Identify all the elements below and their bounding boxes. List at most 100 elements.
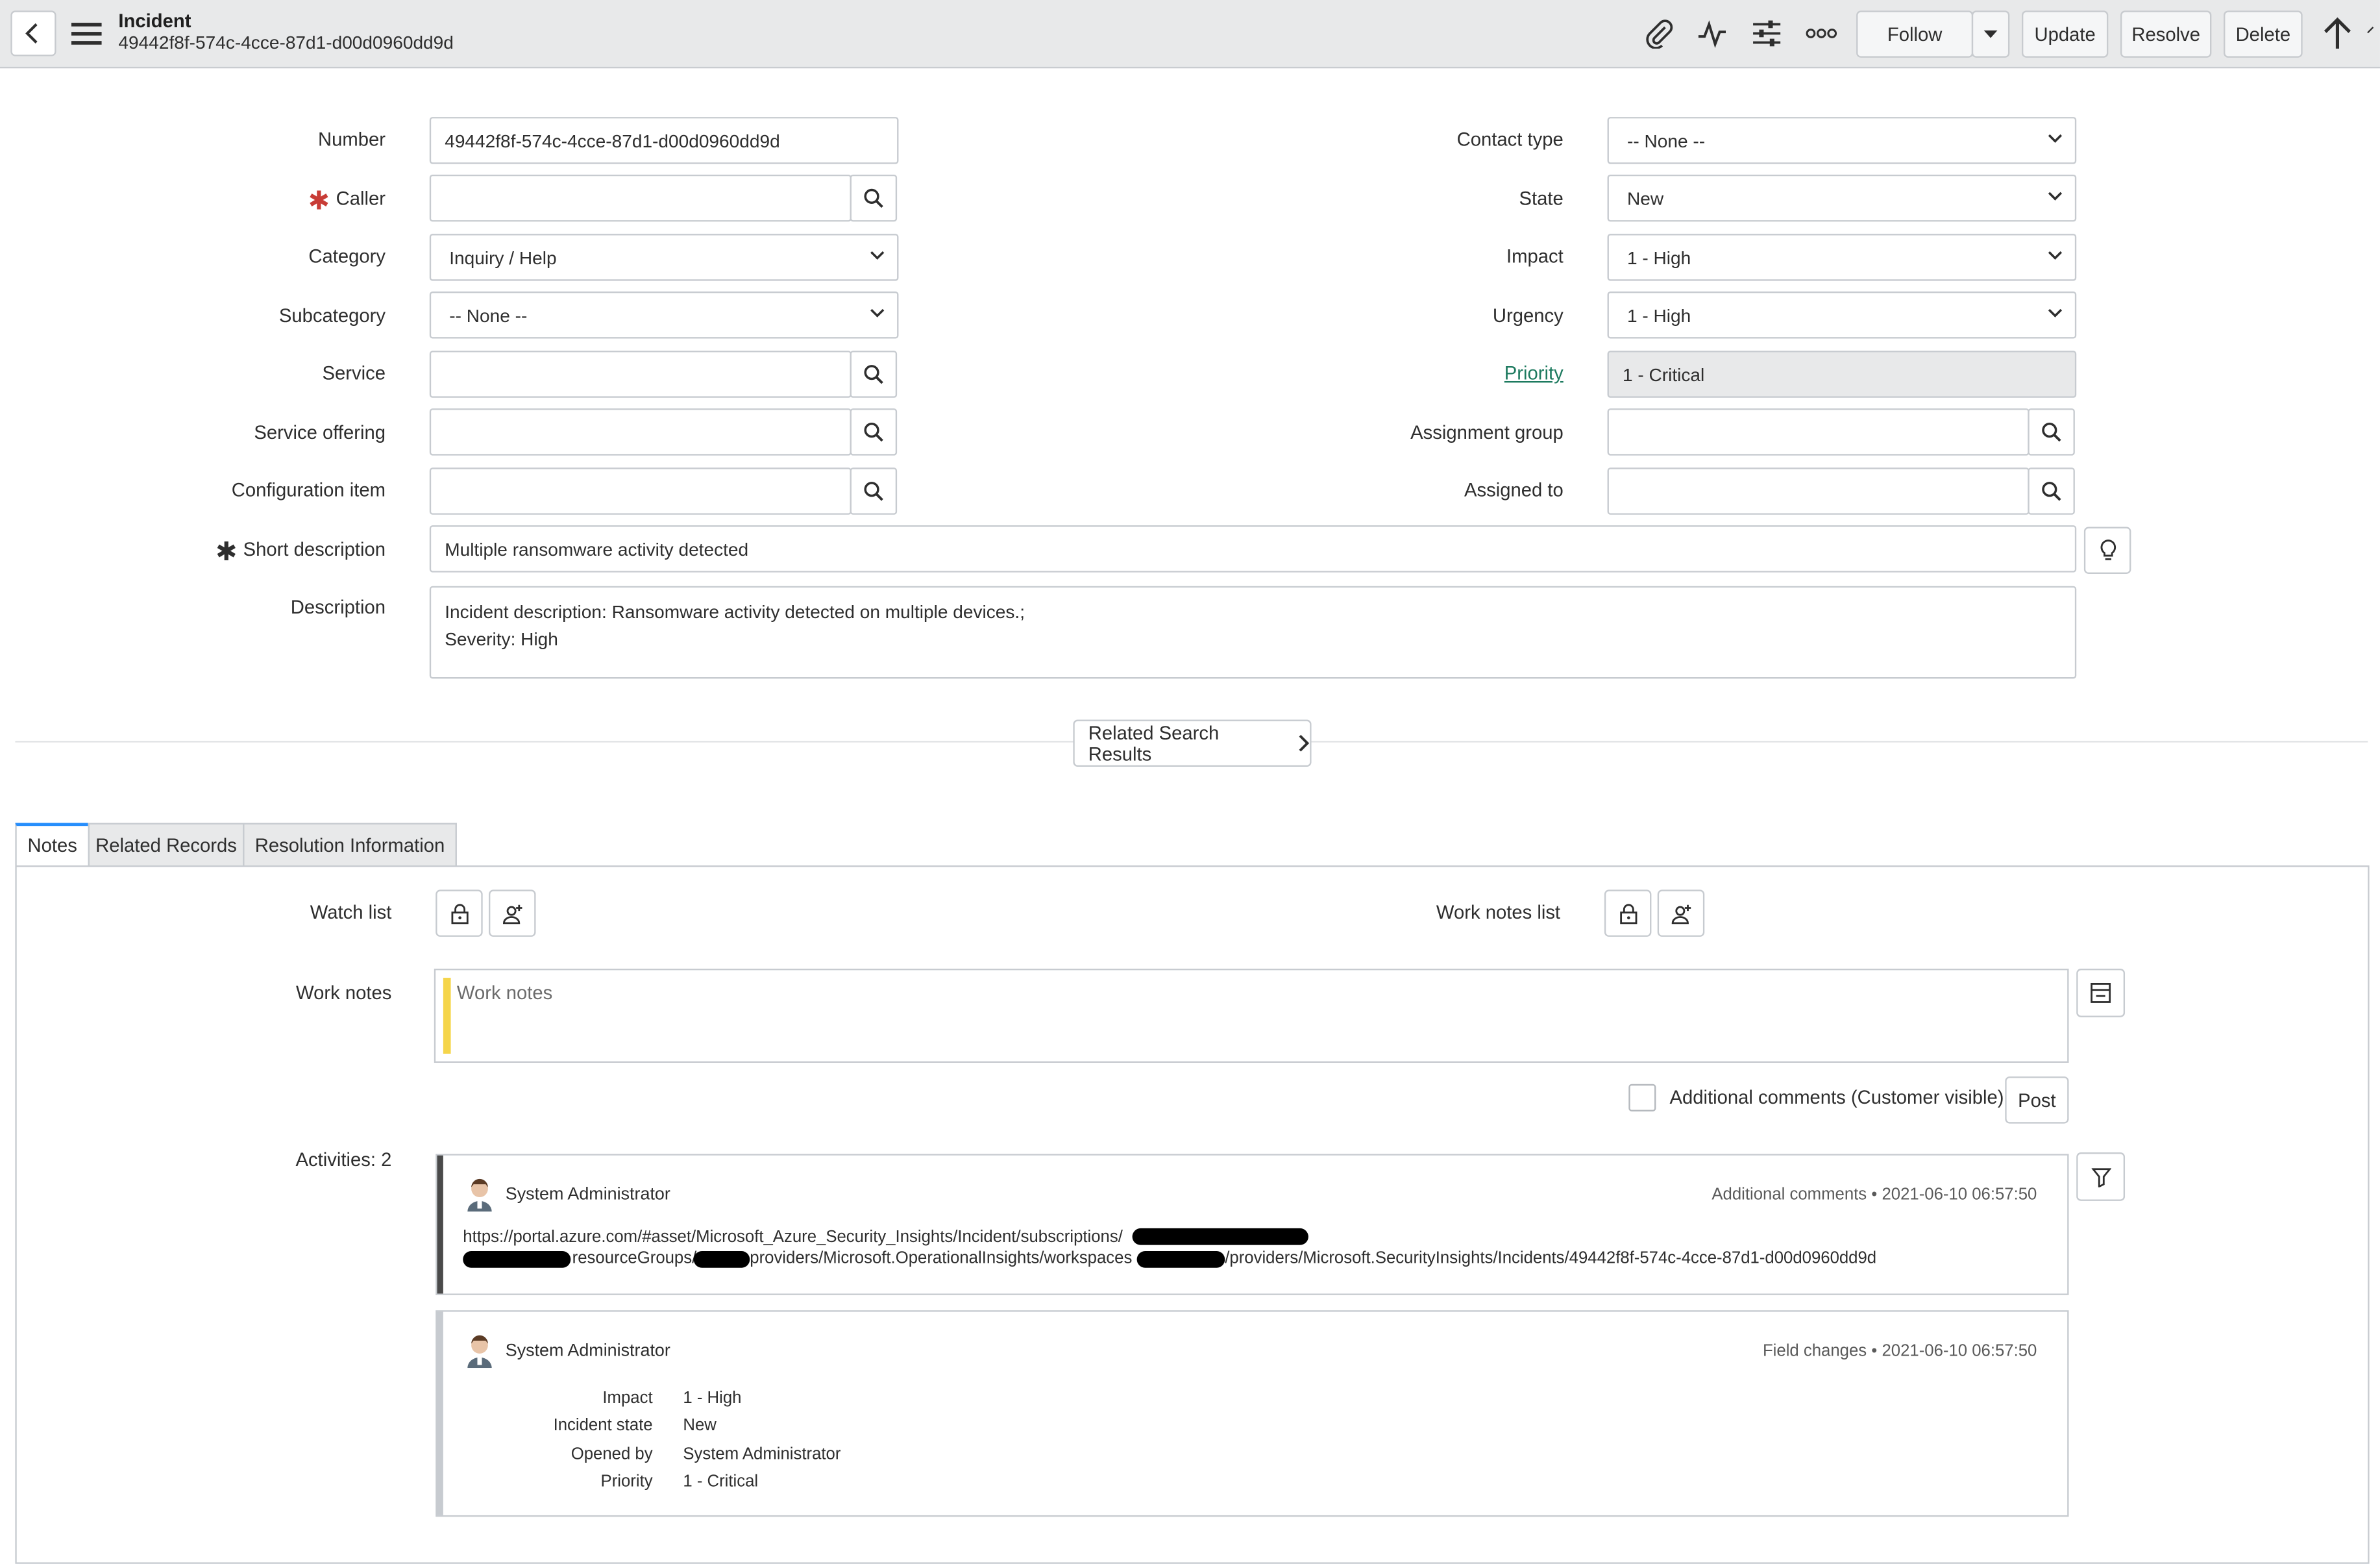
lightbulb-icon (2100, 540, 2115, 560)
back-button[interactable] (10, 10, 56, 56)
urgency-label: Urgency (1492, 305, 1564, 327)
chevron-down-icon (2048, 192, 2063, 201)
tab-related-records[interactable]: Related Records (88, 823, 245, 866)
separator-dot: • (1871, 1342, 1882, 1361)
watch-list-add-user-button[interactable] (489, 889, 536, 937)
redaction (693, 1251, 750, 1268)
field-change-value: 1 - Critical (683, 1472, 759, 1491)
post-label: Post (2018, 1089, 2056, 1111)
caller-lookup-button[interactable] (850, 174, 898, 222)
redaction (1136, 1251, 1225, 1268)
field-change-name: Priority (600, 1472, 653, 1491)
urgency-select[interactable]: 1 - High (1607, 292, 2077, 339)
priority-link[interactable]: Priority (1504, 363, 1564, 384)
priority-field: 1 - Critical (1607, 351, 2077, 398)
record-header: Incident 49442f8f-574c-4cce-87d1-d00d096… (0, 0, 2380, 69)
arrow-down-icon[interactable] (2366, 15, 2380, 51)
post-button[interactable]: Post (2005, 1076, 2069, 1124)
search-icon (864, 422, 883, 442)
caller-field[interactable] (429, 174, 852, 222)
url-part-resource: resourceGroups/ (572, 1249, 697, 1268)
follow-button[interactable]: Follow (1856, 10, 1974, 58)
service-offering-field[interactable] (429, 408, 852, 456)
related-search-label: Related Search Results (1088, 722, 1220, 765)
more-options-icon[interactable] (1803, 17, 1839, 50)
tab-notes[interactable]: Notes (15, 823, 90, 866)
assigned-to-lookup-button[interactable] (2028, 467, 2075, 515)
activity-pulse-icon[interactable] (1695, 17, 1728, 50)
separator-dot: • (1871, 1185, 1882, 1204)
work-notes-list-add-user-button[interactable] (1657, 889, 1705, 937)
activity-bar (437, 1155, 443, 1294)
filter-activity-button[interactable] (2076, 1152, 2126, 1201)
suggestion-button[interactable] (2083, 527, 2131, 574)
resolve-button[interactable]: Resolve (2120, 10, 2212, 58)
url-part-providers: providers/Microsoft.OperationalInsights/… (750, 1249, 1133, 1268)
number-field[interactable]: 49442f8f-574c-4cce-87d1-d00d0960dd9d (429, 117, 899, 164)
work-notes-list-lock-button[interactable] (1604, 889, 1652, 937)
activity-bar (437, 1311, 443, 1515)
redaction (1132, 1228, 1308, 1245)
compose-icon (2091, 983, 2111, 1003)
description-textarea[interactable]: Incident description: Ransomware activit… (429, 586, 2077, 679)
chevron-down-icon (870, 308, 885, 317)
search-icon (864, 482, 883, 501)
assignment-group-field[interactable] (1607, 408, 2030, 456)
activity-entry: System Administrator Additional comments… (436, 1154, 2069, 1295)
service-field[interactable] (429, 351, 852, 398)
activities-label: Activities: 2 (295, 1149, 392, 1171)
follow-dropdown-button[interactable] (1971, 10, 2010, 58)
service-offering-lookup-button[interactable] (850, 408, 898, 456)
tab-resolution-information[interactable]: Resolution Information (243, 823, 457, 866)
short-description-field[interactable]: Multiple ransomware activity detected (429, 525, 2077, 573)
activity-author: System Administrator (505, 1342, 670, 1361)
update-button[interactable]: Update (2022, 10, 2109, 58)
field-change-name: Opened by (570, 1445, 653, 1464)
category-select[interactable]: Inquiry / Help (429, 234, 899, 281)
work-notes-indicator-bar (443, 978, 451, 1054)
work-notes-placeholder: Work notes (456, 982, 553, 1004)
work-notes-textarea[interactable]: Work notes (434, 969, 2069, 1063)
assignment-group-lookup-button[interactable] (2028, 408, 2075, 456)
arrow-up-icon[interactable] (2319, 15, 2355, 51)
field-change-name: Incident state (553, 1416, 653, 1435)
tab-resolution-information-label: Resolution Information (254, 834, 445, 856)
subcategory-select[interactable]: -- None -- (429, 292, 899, 339)
impact-select[interactable]: 1 - High (1607, 234, 2077, 281)
url-part-base: https://portal.azure.com/#asset/Microsof… (463, 1228, 1123, 1247)
activity-type: Additional comments (1711, 1185, 1867, 1204)
activity-url-line-1[interactable]: https://portal.azure.com/#asset/Microsof… (463, 1228, 1123, 1247)
field-change-name: Impact (602, 1389, 653, 1408)
lock-icon (1619, 903, 1637, 924)
hamburger-menu-icon[interactable] (70, 18, 103, 49)
related-search-results-button[interactable]: Related Search Results (1073, 719, 1312, 767)
contact-type-select[interactable]: -- None -- (1607, 117, 2077, 164)
resolve-label: Resolve (2131, 23, 2200, 45)
state-value: New (1626, 187, 1664, 209)
settings-sliders-icon[interactable] (1750, 17, 1783, 50)
configuration-item-lookup-button[interactable] (850, 467, 898, 515)
number-value: 49442f8f-574c-4cce-87d1-d00d0960dd9d (445, 129, 780, 151)
chevron-down-icon (2048, 308, 2063, 317)
paperclip-icon[interactable] (1642, 17, 1675, 50)
configuration-item-field[interactable] (429, 467, 852, 515)
state-label: State (1519, 188, 1564, 210)
priority-value: 1 - Critical (1622, 364, 1705, 385)
impact-label: Impact (1506, 245, 1564, 267)
additional-comments-checkbox[interactable] (1628, 1084, 1656, 1111)
url-part-tail: /providers/Microsoft.SecurityInsights/In… (1225, 1249, 1877, 1268)
additional-comments-label: Additional comments (Customer visible) (1669, 1087, 2004, 1109)
activity-meta: Additional comments • 2021-06-10 06:57:5… (1711, 1185, 2037, 1204)
service-lookup-button[interactable] (850, 351, 898, 398)
add-user-icon (502, 904, 522, 924)
category-value: Inquiry / Help (449, 247, 557, 268)
compose-toggle-button[interactable] (2076, 969, 2126, 1017)
work-notes-label: Work notes (296, 982, 392, 1004)
state-select[interactable]: New (1607, 174, 2077, 222)
watch-list-lock-button[interactable] (436, 889, 483, 937)
assigned-to-field[interactable] (1607, 467, 2030, 515)
activity-url-line-2[interactable]: resourceGroups/ providers/Microsoft.Oper… (463, 1250, 2041, 1271)
description-label: Description (290, 597, 386, 618)
work-notes-list-label: Work notes list (1436, 902, 1561, 923)
delete-button[interactable]: Delete (2224, 10, 2303, 58)
